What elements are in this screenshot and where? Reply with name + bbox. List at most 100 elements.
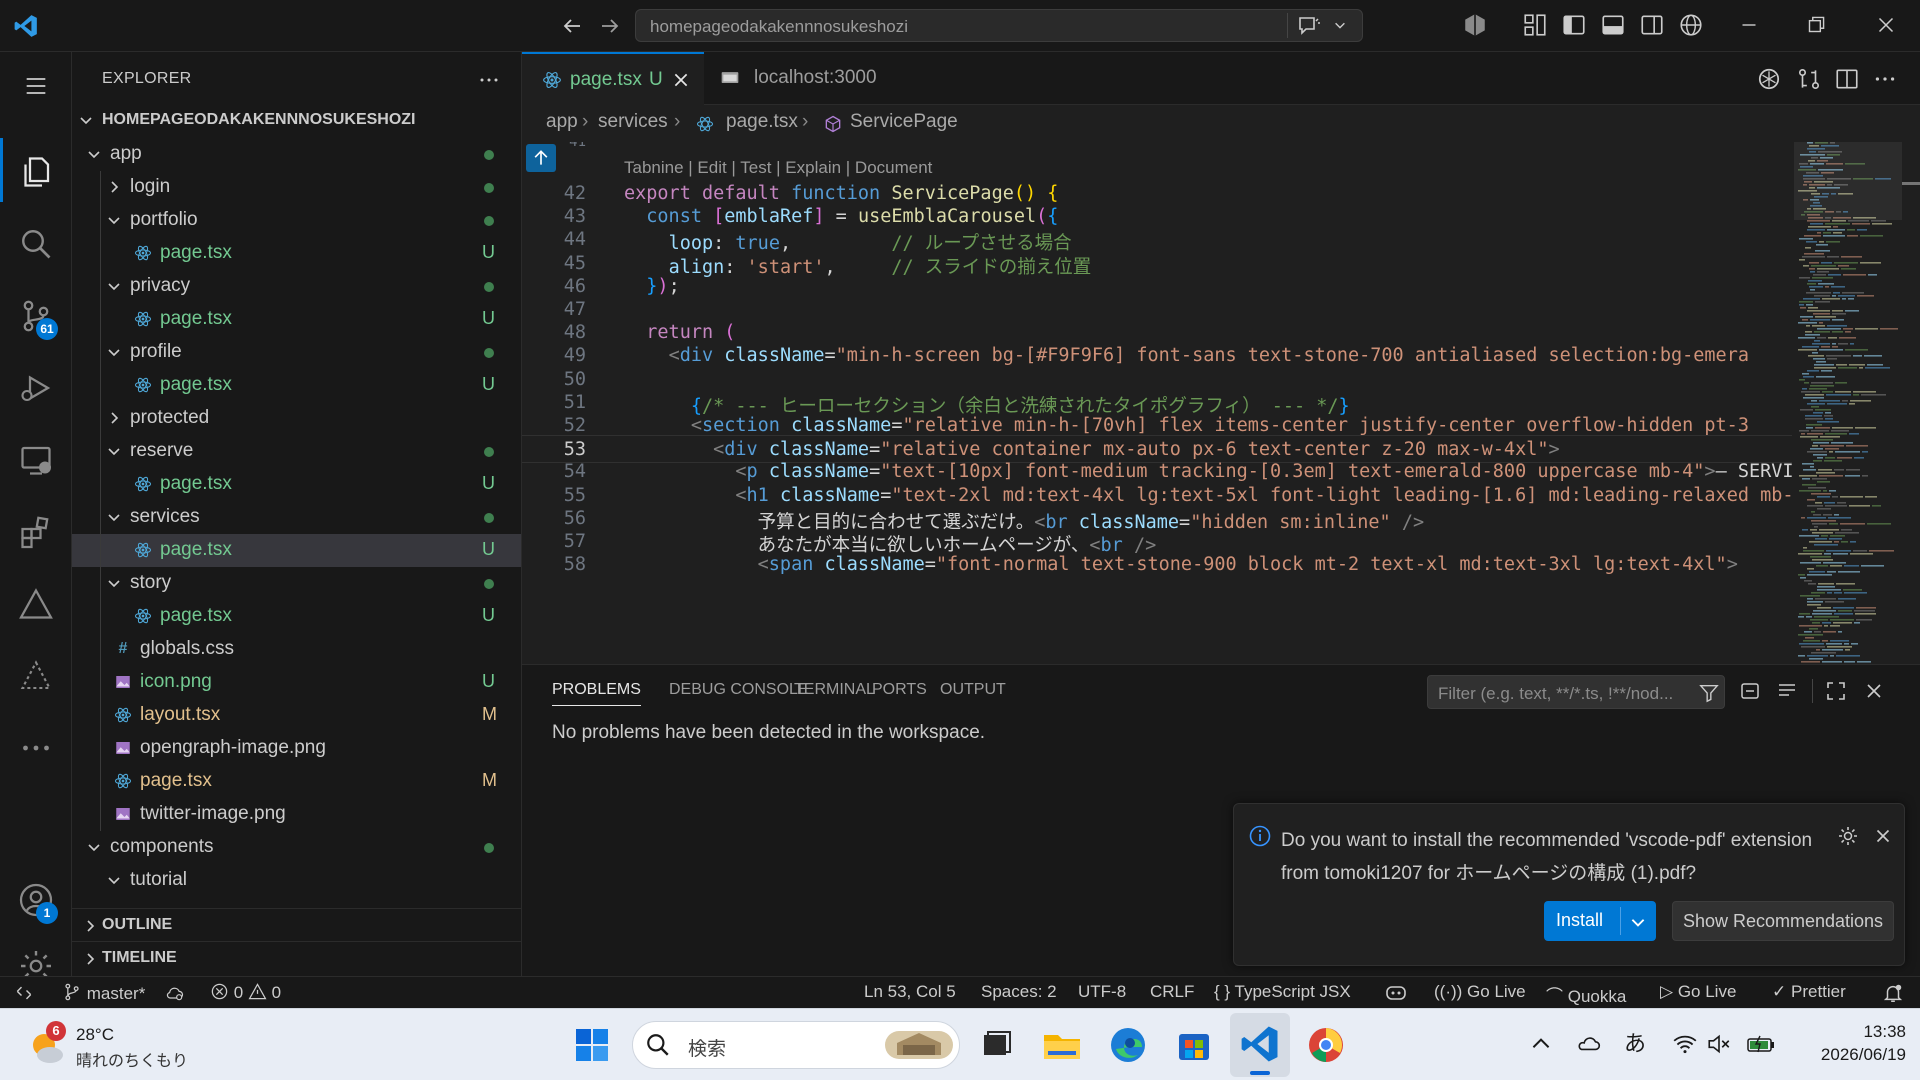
tree-file[interactable]: page.tsx U [72, 303, 521, 336]
outline-section[interactable]: OUTLINE [72, 908, 521, 941]
tree-folder[interactable]: app [72, 138, 521, 171]
warning-triangle-icon[interactable] [18, 586, 54, 622]
problems-status[interactable]: 0 0 [210, 982, 281, 1003]
prettier-status[interactable]: ✓ Prettier [1772, 982, 1846, 1002]
activity-search[interactable] [0, 210, 72, 274]
tree-folder[interactable]: protected [72, 402, 521, 435]
tree-icon[interactable] [18, 658, 54, 694]
remote-icon[interactable] [14, 983, 34, 1003]
branch-status[interactable]: master* [62, 982, 145, 1004]
tree-file[interactable]: # globals.css [72, 633, 521, 666]
tree-folder[interactable]: story [72, 567, 521, 600]
problems-filter-input[interactable]: Filter (e.g. text, **/*.ts, !**/nod... [1427, 675, 1725, 709]
close-icon[interactable] [1872, 825, 1894, 847]
customize-layout-icon[interactable] [1522, 12, 1548, 38]
wifi-icon[interactable] [1672, 1031, 1698, 1057]
collapse-all-icon[interactable] [1738, 679, 1762, 703]
code-editor[interactable]: 41 Tabnine | Edit | Test | Explain | Doc… [522, 142, 1792, 664]
go-live-status-2[interactable]: ▷ Go Live [1660, 982, 1736, 1002]
copilot-status-icon[interactable] [1384, 982, 1408, 1004]
globe-icon[interactable] [1678, 12, 1704, 38]
breadcrumb-services[interactable]: services [598, 111, 668, 133]
ime-indicator[interactable]: あ [1622, 1031, 1648, 1057]
chevron-down-icon[interactable] [1629, 913, 1647, 931]
tree-file[interactable]: layout.tsx M [72, 699, 521, 732]
tree-file[interactable]: page.tsx U [72, 600, 521, 633]
tree-file[interactable]: page.tsx U [72, 369, 521, 402]
filter-icon[interactable] [1698, 682, 1720, 704]
volume-muted-icon[interactable] [1706, 1031, 1732, 1057]
close-icon[interactable] [1873, 12, 1899, 38]
more-actions-icon[interactable] [477, 68, 501, 92]
copilot-chat-icon[interactable] [1297, 15, 1321, 37]
view-as-list-icon[interactable] [1775, 679, 1799, 703]
codelens[interactable]: Tabnine | Edit | Test | Explain | Docume… [624, 158, 932, 178]
more-icon[interactable] [18, 730, 54, 766]
activity-explorer[interactable] [0, 138, 72, 202]
panel-tab-problems[interactable]: PROBLEMS [552, 681, 641, 706]
remote-explorer-icon[interactable] [18, 442, 54, 478]
task-view-icon[interactable] [974, 1023, 1018, 1067]
tree-folder[interactable]: portfolio [72, 204, 521, 237]
minimap-viewport[interactable] [1794, 142, 1904, 220]
minimap[interactable] [1794, 142, 1904, 664]
copilot-chat-control[interactable] [1287, 10, 1363, 41]
cursor-position[interactable]: Ln 53, Col 5 [864, 982, 956, 1002]
tree-folder[interactable]: profile [72, 336, 521, 369]
edge-browser-icon[interactable] [1106, 1023, 1150, 1067]
tree-file[interactable]: page.tsx U [72, 237, 521, 270]
language-mode[interactable]: { } TypeScript JSX [1214, 982, 1351, 1002]
tree-file[interactable]: twitter-image.png [72, 798, 521, 831]
run-debug-icon[interactable] [18, 370, 54, 406]
command-center-search[interactable]: homepageodakakennnosukeshozi [635, 9, 1363, 42]
onedrive-icon[interactable] [1576, 1031, 1602, 1057]
activity-tree[interactable] [0, 642, 72, 706]
vscode-taskbar-active[interactable] [1230, 1013, 1290, 1077]
tree-file[interactable]: page.tsx M [72, 765, 521, 798]
hamburger-menu-icon[interactable] [22, 72, 50, 100]
tab-page-tsx[interactable]: page.tsx U [522, 52, 704, 105]
search-icon[interactable] [18, 226, 54, 262]
copilot-icon[interactable] [1462, 12, 1488, 38]
indentation-status[interactable]: Spaces: 2 [981, 982, 1057, 1002]
workspace-root[interactable]: HOMEPAGEODAKAKENNNOSUKESHOZI [72, 104, 521, 137]
tree-folder[interactable]: privacy [72, 270, 521, 303]
toggle-panel-icon[interactable] [1600, 12, 1626, 38]
file-explorer-icon[interactable] [1040, 1023, 1084, 1067]
menu-button[interactable] [0, 52, 72, 116]
taskbar-search[interactable]: 検索 [632, 1021, 960, 1069]
panel-tab-ports[interactable]: PORTS [872, 681, 927, 699]
activity-source-control[interactable]: 61 [0, 282, 72, 346]
back-arrow-icon[interactable] [560, 14, 584, 38]
show-recommendations-button[interactable]: Show Recommendations [1672, 901, 1894, 941]
tree-file[interactable]: icon.png U [72, 666, 521, 699]
breadcrumb-file[interactable]: page.tsx [726, 111, 798, 133]
minimize-icon[interactable] [1736, 12, 1762, 38]
tree-folder[interactable]: services [72, 501, 521, 534]
activity-remote-explorer[interactable] [0, 426, 72, 490]
compare-changes-icon[interactable] [1796, 66, 1822, 92]
activity-extensions[interactable] [0, 498, 72, 562]
install-button[interactable]: Install [1544, 901, 1656, 941]
timeline-section[interactable]: TIMELINE [72, 941, 521, 974]
chrome-icon[interactable] [1304, 1023, 1348, 1067]
activity-warnings[interactable] [0, 570, 72, 634]
eol-status[interactable]: CRLF [1150, 982, 1194, 1002]
notifications-bell-icon[interactable] [1882, 982, 1904, 1004]
explorer-icon[interactable] [18, 154, 54, 190]
vertical-scrollbar[interactable] [1902, 142, 1920, 664]
split-editor-icon[interactable] [1834, 66, 1860, 92]
tree-file[interactable]: opengraph-image.png [72, 732, 521, 765]
microsoft-store-icon[interactable] [1172, 1023, 1216, 1067]
panel-tab-output[interactable]: OUTPUT [940, 681, 1006, 699]
openai-icon[interactable] [1756, 66, 1782, 92]
chevron-up-icon[interactable] [1528, 1031, 1554, 1057]
extensions-icon[interactable] [18, 514, 54, 550]
more-actions-icon[interactable] [1872, 66, 1898, 92]
gear-icon[interactable] [1836, 824, 1860, 848]
restore-icon[interactable] [1803, 12, 1829, 38]
battery-charging-icon[interactable] [1746, 1031, 1776, 1057]
clock[interactable]: 13:38 2026/06/19 [1796, 1021, 1906, 1069]
activity-run-debug[interactable] [0, 354, 72, 418]
cloud-sync-icon[interactable] [164, 983, 186, 1003]
